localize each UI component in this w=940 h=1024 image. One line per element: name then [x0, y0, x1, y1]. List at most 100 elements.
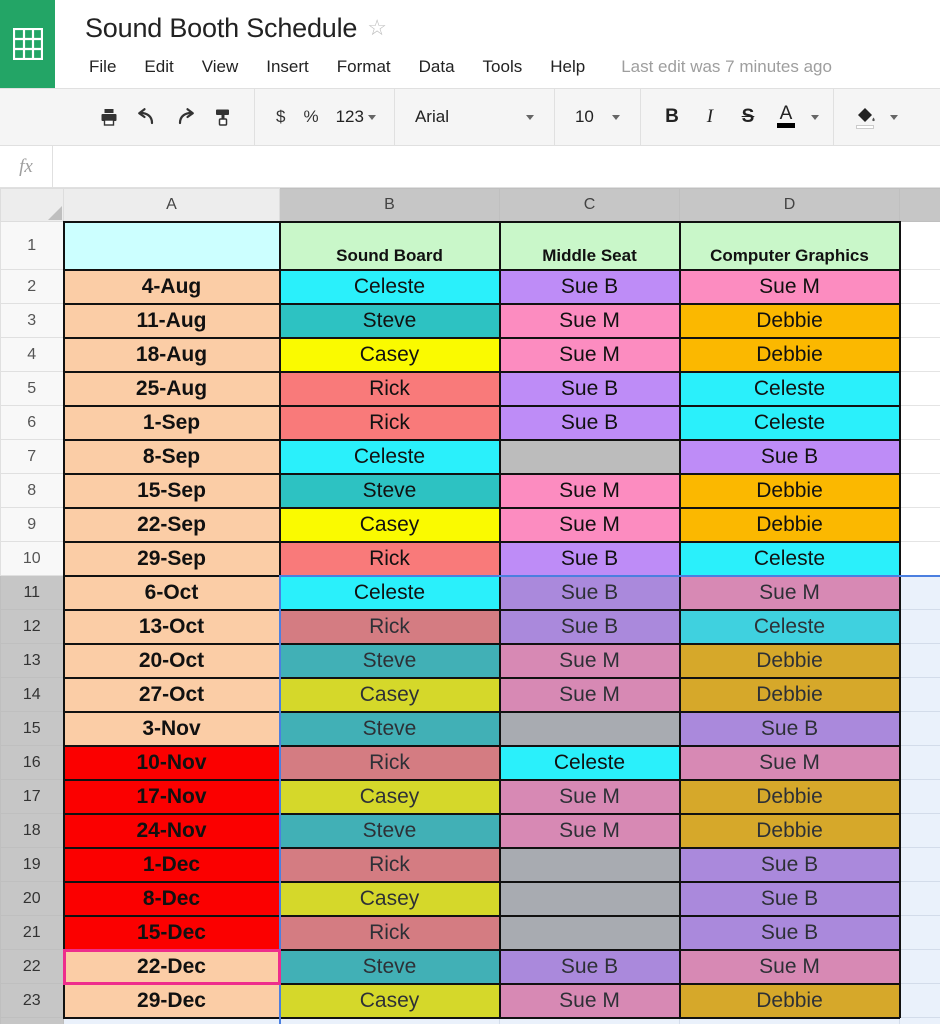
cell-B15[interactable]: Steve: [278, 710, 501, 747]
cell-E18[interactable]: [899, 813, 940, 848]
menu-item-edit[interactable]: Edit: [130, 55, 187, 79]
cell-E7[interactable]: [899, 439, 940, 474]
chevron-down-icon[interactable]: [889, 114, 898, 120]
cell-B9[interactable]: Casey: [278, 506, 501, 543]
cell-A10[interactable]: 29-Sep: [62, 540, 281, 577]
cell-E1[interactable]: [899, 221, 940, 270]
cell-D23[interactable]: Debbie: [678, 982, 901, 1019]
cell-B8[interactable]: Steve: [278, 472, 501, 509]
cell-B23[interactable]: Casey: [278, 982, 501, 1019]
cell-E4[interactable]: [899, 337, 940, 372]
cell-C3[interactable]: Sue M: [498, 302, 681, 339]
row-header-2[interactable]: 2: [0, 269, 64, 304]
cell-C23[interactable]: Sue M: [498, 982, 681, 1019]
cell-D9[interactable]: Debbie: [678, 506, 901, 543]
row-header-10[interactable]: 10: [0, 541, 64, 576]
cell-C19[interactable]: [498, 846, 681, 883]
text-color-button[interactable]: A: [769, 100, 803, 134]
row-header-9[interactable]: 9: [0, 507, 64, 542]
row-header-8[interactable]: 8: [0, 473, 64, 508]
cell-B20[interactable]: Casey: [278, 880, 501, 917]
row-header-24[interactable]: 24: [0, 1017, 64, 1024]
column-header-b[interactable]: B: [279, 188, 500, 222]
cell-E12[interactable]: [899, 609, 940, 644]
cell-D7[interactable]: Sue B: [678, 438, 901, 475]
cell-C2[interactable]: Sue B: [498, 268, 681, 305]
row-header-14[interactable]: 14: [0, 677, 64, 712]
undo-icon[interactable]: [130, 100, 164, 134]
redo-icon[interactable]: [168, 100, 202, 134]
cell-C14[interactable]: Sue M: [498, 676, 681, 713]
menu-item-file[interactable]: File: [85, 55, 130, 79]
cell-E22[interactable]: [899, 949, 940, 984]
paint-format-icon[interactable]: [206, 100, 240, 134]
menu-item-help[interactable]: Help: [536, 55, 599, 79]
cell-B12[interactable]: Rick: [278, 608, 501, 645]
fill-color-icon[interactable]: [848, 100, 882, 134]
cell-A14[interactable]: 27-Oct: [62, 676, 281, 713]
cell-C4[interactable]: Sue M: [498, 336, 681, 373]
cell-B1[interactable]: Sound Board: [278, 220, 501, 271]
cell-B10[interactable]: Rick: [278, 540, 501, 577]
cell-C20[interactable]: [498, 880, 681, 917]
cell-B11[interactable]: Celeste: [278, 574, 501, 611]
cell-C11[interactable]: Sue B: [498, 574, 681, 611]
cell-E5[interactable]: [899, 371, 940, 406]
cell-C17[interactable]: Sue M: [498, 778, 681, 815]
row-header-4[interactable]: 4: [0, 337, 64, 372]
cell-B5[interactable]: Rick: [278, 370, 501, 407]
cell-E10[interactable]: [899, 541, 940, 576]
row-header-11[interactable]: 11: [0, 575, 64, 610]
cell-B14[interactable]: Casey: [278, 676, 501, 713]
cell-A9[interactable]: 22-Sep: [62, 506, 281, 543]
cell-C24[interactable]: [499, 1017, 680, 1024]
cell-B17[interactable]: Casey: [278, 778, 501, 815]
cell-D24[interactable]: [679, 1017, 900, 1024]
row-header-16[interactable]: 16: [0, 745, 64, 780]
cell-C21[interactable]: [498, 914, 681, 951]
italic-button[interactable]: I: [693, 100, 727, 134]
cell-D19[interactable]: Sue B: [678, 846, 901, 883]
cell-A24[interactable]: [63, 1017, 280, 1024]
cell-E17[interactable]: [899, 779, 940, 814]
cell-A12[interactable]: 13-Oct: [62, 608, 281, 645]
cell-A8[interactable]: 15-Sep: [62, 472, 281, 509]
cell-A21[interactable]: 15-Dec: [62, 914, 281, 951]
cell-D8[interactable]: Debbie: [678, 472, 901, 509]
cell-D17[interactable]: Debbie: [678, 778, 901, 815]
cell-C16[interactable]: Celeste: [498, 744, 681, 781]
cell-E9[interactable]: [899, 507, 940, 542]
row-header-15[interactable]: 15: [0, 711, 64, 746]
cell-A6[interactable]: 1-Sep: [62, 404, 281, 441]
cell-B21[interactable]: Rick: [278, 914, 501, 951]
row-header-5[interactable]: 5: [0, 371, 64, 406]
cell-E2[interactable]: [899, 269, 940, 304]
cell-B24[interactable]: [279, 1017, 500, 1024]
cell-A13[interactable]: 20-Oct: [62, 642, 281, 679]
row-header-19[interactable]: 19: [0, 847, 64, 882]
percent-format-button[interactable]: %: [296, 100, 325, 134]
cell-C22[interactable]: Sue B: [498, 948, 681, 985]
cell-E21[interactable]: [899, 915, 940, 950]
cell-A19[interactable]: 1-Dec: [62, 846, 281, 883]
number-format-button[interactable]: 123: [330, 100, 380, 134]
row-header-1[interactable]: 1: [0, 221, 64, 270]
cell-C9[interactable]: Sue M: [498, 506, 681, 543]
cell-B19[interactable]: Rick: [278, 846, 501, 883]
cell-C13[interactable]: Sue M: [498, 642, 681, 679]
cell-E15[interactable]: [899, 711, 940, 746]
column-header-a[interactable]: A: [63, 188, 280, 222]
cell-A15[interactable]: 3-Nov: [62, 710, 281, 747]
menu-item-format[interactable]: Format: [323, 55, 405, 79]
cell-B2[interactable]: Celeste: [278, 268, 501, 305]
cell-D5[interactable]: Celeste: [678, 370, 901, 407]
cell-E13[interactable]: [899, 643, 940, 678]
cell-A23[interactable]: 29-Dec: [62, 982, 281, 1019]
chevron-down-icon[interactable]: [810, 114, 819, 120]
cell-D12[interactable]: Celeste: [678, 608, 901, 645]
cell-D16[interactable]: Sue M: [678, 744, 901, 781]
menu-item-view[interactable]: View: [188, 55, 253, 79]
row-header-7[interactable]: 7: [0, 439, 64, 474]
menu-item-data[interactable]: Data: [405, 55, 469, 79]
row-header-3[interactable]: 3: [0, 303, 64, 338]
